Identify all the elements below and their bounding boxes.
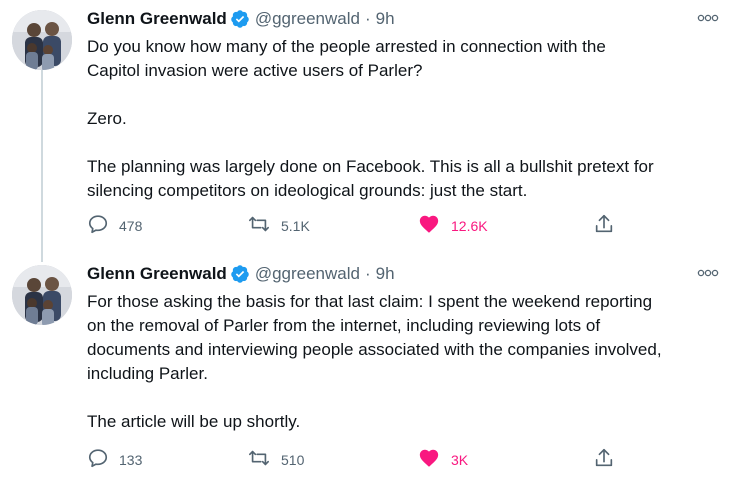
author-name[interactable]: Glenn Greenwald	[87, 9, 227, 29]
verified-badge-icon	[230, 264, 250, 284]
more-options-icon[interactable]	[695, 263, 721, 283]
share-button[interactable]	[593, 212, 615, 240]
retweet-button[interactable]: 510	[247, 446, 304, 474]
share-icon	[593, 213, 615, 240]
author-name[interactable]: Glenn Greenwald	[87, 264, 227, 284]
retweet-icon	[247, 213, 271, 240]
avatar[interactable]	[12, 10, 72, 70]
tweet-text-line: The article will be up shortly.	[87, 412, 301, 431]
tweet[interactable]: Glenn Greenwald @ggreenwald · 9h Do you …	[0, 0, 735, 255]
tweet-actions: 133 510 3K	[87, 446, 627, 474]
author-handle[interactable]: @ggreenwald	[255, 264, 360, 284]
heart-icon	[417, 213, 441, 240]
like-count: 12.6K	[451, 218, 488, 234]
verified-badge-icon	[230, 9, 250, 29]
retweet-button[interactable]: 5.1K	[247, 212, 310, 240]
reply-count: 478	[119, 218, 143, 234]
reply-icon	[87, 447, 109, 474]
like-count: 3K	[451, 452, 469, 468]
like-button[interactable]: 3K	[417, 446, 468, 474]
tweet-text-line: Zero.	[87, 109, 127, 128]
timestamp[interactable]: 9h	[376, 9, 395, 29]
separator-dot: ·	[364, 9, 371, 28]
retweet-count: 5.1K	[281, 218, 310, 234]
reply-button[interactable]: 133	[87, 446, 142, 474]
tweet-text: For those asking the basis for that last…	[87, 290, 722, 434]
tweet-text-line: The planning was largely done on Faceboo…	[87, 157, 654, 176]
like-button[interactable]: 12.6K	[417, 212, 488, 240]
more-options-icon[interactable]	[695, 8, 721, 28]
tweet-text-line: For those asking the basis for that last…	[87, 292, 653, 311]
reply-count: 133	[119, 452, 143, 468]
share-button[interactable]	[593, 446, 615, 474]
separator-dot: ·	[364, 264, 371, 283]
share-icon	[593, 447, 615, 474]
retweet-count: 510	[281, 452, 305, 468]
tweet-text-line: Do you know how many of the people arres…	[87, 37, 606, 56]
tweet-text-line: on the removal of Parler from the intern…	[87, 316, 601, 335]
tweet-text: Do you know how many of the people arres…	[87, 35, 722, 203]
tweet-header: Glenn Greenwald @ggreenwald · 9h	[87, 8, 395, 30]
tweet-header: Glenn Greenwald @ggreenwald · 9h	[87, 263, 395, 285]
retweet-icon	[247, 447, 271, 474]
avatar[interactable]	[12, 265, 72, 325]
timestamp[interactable]: 9h	[376, 264, 395, 284]
tweet-text-line: including Parler.	[87, 364, 208, 383]
tweet-text-line: documents and interviewing people associ…	[87, 340, 662, 359]
tweet-actions: 478 5.1K 12.6K	[87, 212, 627, 240]
tweet[interactable]: Glenn Greenwald @ggreenwald · 9h For tho…	[0, 255, 735, 480]
heart-icon	[417, 447, 441, 474]
reply-button[interactable]: 478	[87, 212, 142, 240]
tweet-text-line: silencing competitors on ideological gro…	[87, 181, 528, 200]
reply-icon	[87, 213, 109, 240]
author-handle[interactable]: @ggreenwald	[255, 9, 360, 29]
tweet-text-line: Capitol invasion were active users of Pa…	[87, 61, 423, 80]
